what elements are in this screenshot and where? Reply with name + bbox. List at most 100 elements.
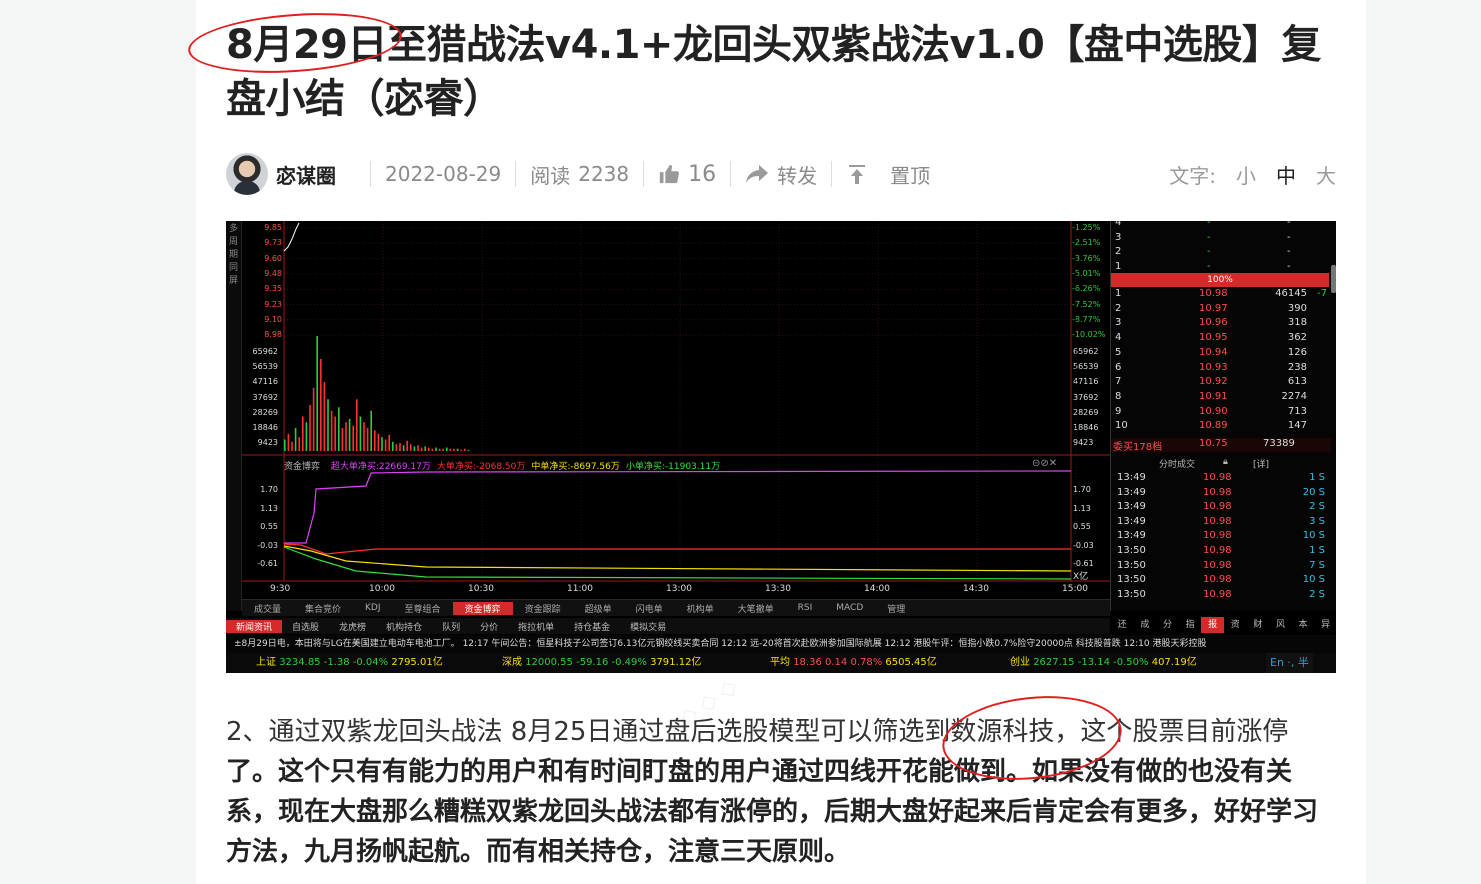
tick-time: 13:49 (1117, 486, 1146, 498)
indicator-tab[interactable]: 机构单 (675, 602, 726, 615)
ime-status[interactable]: En ·, 半 (1266, 653, 1313, 673)
right-panel-tab[interactable]: 风 (1269, 617, 1292, 633)
indicator-tab[interactable]: 闪电单 (624, 602, 675, 615)
volume-bar (330, 410, 333, 451)
index-quote[interactable]: 深成 12000.55 -59.16 -0.49% 3791.12亿 (502, 653, 701, 673)
news-tab[interactable]: 模拟交易 (620, 620, 676, 633)
news-tab[interactable]: 机构持仓 (376, 620, 432, 633)
like-button[interactable]: 16 (658, 162, 716, 187)
indicator-tab[interactable]: 资金博弈 (452, 601, 513, 615)
volume-bar (381, 437, 383, 451)
news-tab[interactable]: 自选股 (282, 620, 329, 633)
font-size-medium[interactable]: 中 (1276, 160, 1296, 189)
right-panel-tab[interactable]: 还 (1111, 617, 1134, 633)
bid-row: 9 10.90 713 (1111, 406, 1331, 420)
bid-price: 10.94 (1199, 346, 1228, 358)
volume-bar (309, 405, 311, 451)
right-panel-tab[interactable]: 资 (1224, 617, 1247, 633)
right-panel-tab[interactable]: 成 (1134, 617, 1157, 633)
volume-bar (305, 422, 308, 451)
news-tab[interactable]: 新闻资讯 (226, 619, 283, 633)
indicator-tabs: 成交量 集合竞价 KDJ 至尊组合 资金博弈 资金跟踪 超级单 闪电单 机构单 大笔撤单 RSI MA… (242, 599, 1110, 616)
indicator-tab[interactable]: RSI (786, 603, 825, 613)
ask-volume: - (1287, 246, 1291, 257)
volume-bar (298, 437, 300, 451)
index-name: 深成 (502, 657, 526, 668)
fund-panel-title: 资金博弈 (284, 462, 321, 472)
index-quote[interactable]: 上证 3234.85 -1.38 -0.04% 2795.01亿 (256, 653, 443, 673)
indicator-tab[interactable]: KDJ (353, 603, 393, 613)
fund-tick-label: 1.70 (260, 485, 278, 494)
index-quote[interactable]: 创业 2627.15 -13.14 -0.50% 407.19亿 (1010, 653, 1197, 673)
volume-bar (464, 448, 466, 451)
index-amount: 3791.12亿 (650, 657, 702, 668)
tick-time: 13:49 (1117, 501, 1146, 513)
bid-price: 10.97 (1199, 302, 1228, 314)
ratio-bar: 100% (1111, 273, 1329, 287)
author-name[interactable]: 宓谋圈 (276, 160, 336, 189)
indicator-tab[interactable]: 集合竞价 (293, 602, 353, 615)
volume-bar (359, 416, 362, 451)
news-tab[interactable]: 队列 (432, 620, 470, 633)
index-quote[interactable]: 平均 18.36 0.14 0.78% 6505.45亿 (770, 653, 937, 673)
right-panel-tab[interactable]: 本 (1292, 617, 1315, 633)
volume-bar (316, 336, 318, 451)
news-tab[interactable]: 分价 (470, 620, 508, 633)
bid-price: 10.93 (1199, 361, 1228, 373)
bid-volume: 362 (1287, 332, 1307, 344)
ask-row: 4 - - (1111, 221, 1331, 231)
time-tick-label: 14:00 (864, 584, 890, 594)
trading-software-screenshot: 多周期同屏 9.85 9.73 9.60 9.48 9.35 9.23 9.10 8.98 -… (226, 221, 1336, 673)
right-panel-tab[interactable]: 指 (1179, 617, 1202, 633)
level-number: 1 (1115, 288, 1122, 299)
volume-bar (320, 359, 322, 451)
right-panel-tab[interactable]: 财 (1247, 617, 1270, 633)
volume-bar (334, 416, 336, 451)
indicator-tab[interactable]: MACD (824, 603, 875, 613)
right-panel-tab[interactable]: 报 (1201, 617, 1224, 633)
indicator-tab[interactable]: 大笔撤单 (726, 602, 786, 615)
right-panel-tab[interactable]: 异 (1314, 617, 1336, 633)
fund-tick-label: 1.13 (1073, 503, 1091, 513)
font-size-large[interactable]: 大 (1316, 160, 1336, 189)
font-size-small[interactable]: 小 (1236, 160, 1256, 189)
right-panel-tab[interactable]: 分 (1156, 617, 1179, 633)
fund-tick-label: 0.55 (260, 522, 278, 531)
share-button[interactable]: 转发 (745, 160, 817, 189)
news-tab[interactable]: 持仓基金 (564, 620, 620, 633)
tick-time: 13:49 (1117, 530, 1146, 542)
volume-bar (431, 448, 434, 451)
scroll-thumb[interactable] (1331, 265, 1336, 293)
pin-button[interactable]: 置顶 (846, 160, 930, 189)
level-number: 7 (1115, 376, 1122, 388)
index-name: 创业 (1010, 657, 1034, 668)
level-number: 10 (1115, 420, 1128, 432)
level-number: 9 (1115, 405, 1122, 417)
news-tab[interactable]: 龙虎榜 (329, 620, 376, 633)
tick-price: 10.98 (1203, 486, 1232, 498)
ask-volume: - (1287, 260, 1291, 272)
bid-row: 10 10.89 147 (1111, 420, 1331, 434)
ticks-detail-link[interactable]: [详] (1253, 457, 1269, 470)
time-tick-label: 10:30 (468, 584, 494, 594)
intraday-chart (242, 221, 1110, 582)
volume-bar (370, 410, 372, 451)
volume-bar (428, 447, 430, 451)
panel-controls[interactable]: ⊝⊘✕ (1032, 458, 1057, 469)
volume-bar (356, 399, 358, 451)
avatar[interactable] (226, 153, 268, 195)
indicator-tab[interactable]: 管理 (875, 602, 917, 615)
indicator-tab[interactable]: 资金跟踪 (513, 602, 573, 615)
read-count: 2238 (578, 162, 630, 186)
lock-icon: 🔒︎ (1223, 457, 1228, 467)
news-tab[interactable]: 拖拉机单 (508, 620, 564, 633)
indicator-tab[interactable]: 超级单 (573, 602, 624, 615)
volume-bar (438, 448, 441, 451)
ask-price: - (1207, 246, 1211, 257)
volume-bar (406, 440, 408, 451)
volume-bar (341, 428, 344, 451)
news-ticker[interactable]: ±8月29日电，本田将与LG在美国建立电动车电池工厂。 12:17 午间公告：恒… (226, 635, 1336, 653)
indicator-tab[interactable]: 至尊组合 (393, 602, 453, 615)
indicator-tab[interactable]: 成交量 (242, 602, 293, 615)
article-meta-bar: 宓谋圈 2022-08-29 阅读 2238 16 转发 置顶 文字: 小 中 … (226, 152, 1336, 196)
